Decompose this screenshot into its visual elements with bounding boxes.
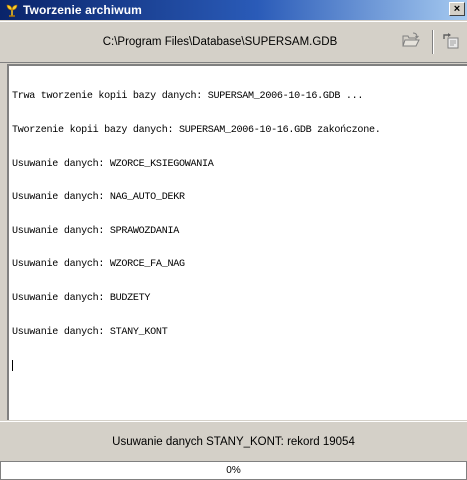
log-output[interactable]: Trwa tworzenie kopii bazy danych: SUPERS… [7, 64, 467, 420]
log-line: Usuwanie danych: NAG_AUTO_DEKR [12, 192, 185, 204]
export-button[interactable] [438, 29, 464, 55]
progress-bar: 0% [0, 461, 467, 480]
plant-icon [5, 3, 19, 17]
log-line: Usuwanie danych: BUDZETY [12, 293, 151, 305]
window-title: Tworzenie archiwum [23, 3, 142, 17]
path-toolbar: C:\Program Files\Database\SUPERSAM.GDB [0, 21, 467, 63]
log-line: Trwa tworzenie kopii bazy danych: SUPERS… [12, 91, 364, 103]
text-caret [12, 360, 13, 372]
database-path: C:\Program Files\Database\SUPERSAM.GDB [102, 36, 338, 48]
toolbar-separator [432, 30, 434, 54]
log-line: Usuwanie danych: WZORCE_FA_NAG [12, 259, 185, 271]
status-text: Usuwanie danych STANY_KONT: rekord 19054 [112, 435, 355, 448]
log-line: Usuwanie danych: WZORCE_KSIEGOWANIA [12, 158, 214, 170]
export-icon [442, 31, 460, 54]
log-line: Tworzenie kopii bazy danych: SUPERSAM_20… [12, 125, 381, 137]
open-folder-icon [402, 32, 420, 53]
log-line: Usuwanie danych: SPRAWOZDANIA [12, 225, 179, 237]
close-button[interactable]: × [449, 2, 465, 16]
log-line: Usuwanie danych: STANY_KONT [12, 326, 168, 338]
open-folder-button[interactable] [398, 29, 424, 55]
title-bar[interactable]: Tworzenie archiwum × [0, 0, 467, 20]
close-icon: × [453, 2, 461, 15]
status-bar: Usuwanie danych STANY_KONT: rekord 19054 [0, 421, 467, 461]
progress-label: 0% [226, 465, 241, 476]
